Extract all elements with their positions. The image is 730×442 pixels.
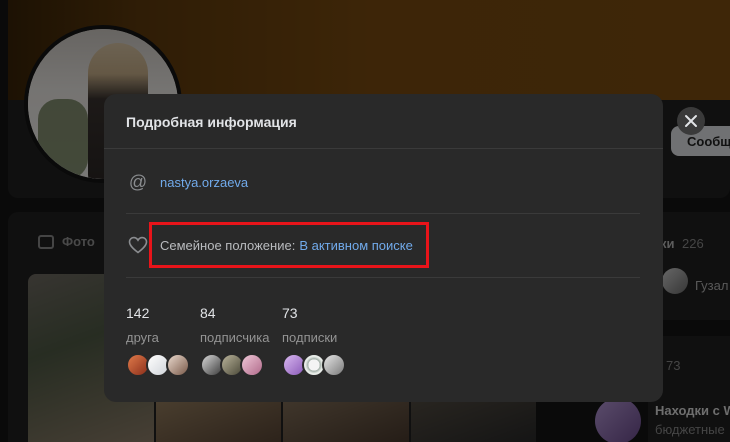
stat-value: 84 [200, 305, 216, 321]
at-icon: @ [128, 172, 148, 192]
avatar-stack [126, 353, 190, 377]
stats-row: 142 друга 84 подписчика 73 подписки [126, 305, 372, 377]
heart-icon [126, 233, 150, 257]
avatar[interactable] [322, 353, 346, 377]
stat-friends[interactable]: 142 друга [126, 305, 190, 377]
stat-label: друга [126, 330, 159, 345]
divider [126, 277, 640, 278]
modal-title: Подробная информация [126, 114, 297, 130]
stat-value: 142 [126, 305, 150, 321]
stat-followers[interactable]: 84 подписчика [200, 305, 272, 377]
stat-label: подписчика [200, 330, 270, 345]
avatar-stack [282, 353, 362, 377]
stat-value: 73 [282, 305, 298, 321]
close-button[interactable] [677, 107, 705, 135]
stat-subscriptions[interactable]: 73 подписки [282, 305, 362, 377]
avatar[interactable] [166, 353, 190, 377]
divider [104, 148, 663, 149]
close-icon [685, 115, 697, 127]
username-row: @ nastya.orzaeva [126, 170, 248, 194]
highlight-box [149, 222, 429, 268]
avatar[interactable] [240, 353, 264, 377]
divider [126, 213, 640, 214]
avatar-stack [200, 353, 272, 377]
username-link[interactable]: nastya.orzaeva [160, 175, 248, 190]
stat-label: подписки [282, 330, 338, 345]
